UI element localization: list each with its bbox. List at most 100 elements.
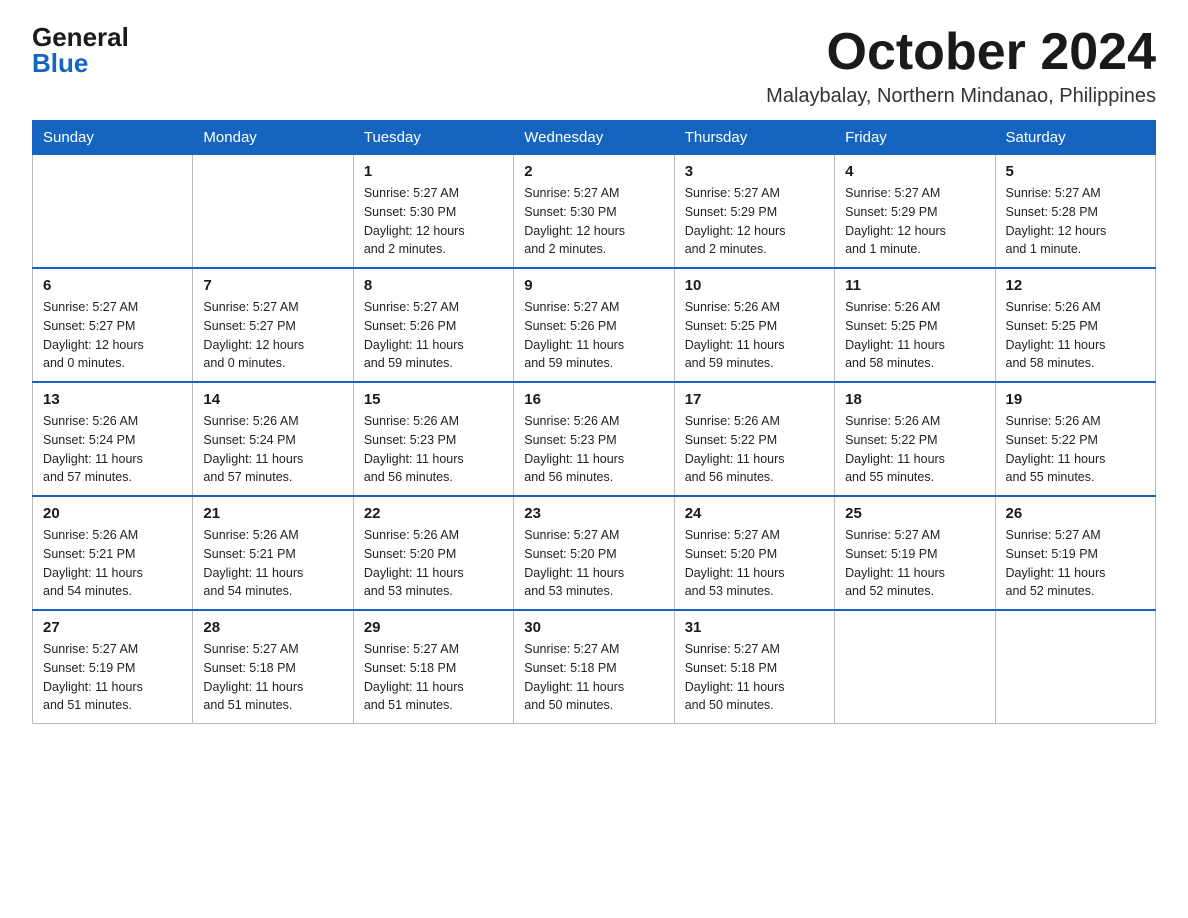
- calendar-cell-4-7: 26 Sunrise: 5:27 AM Sunset: 5:19 PM Dayli…: [995, 496, 1155, 610]
- day-number: 17: [685, 391, 824, 408]
- calendar-cell-5-1: 27 Sunrise: 5:27 AM Sunset: 5:19 PM Dayli…: [33, 610, 193, 724]
- calendar-cell-5-7: [995, 610, 1155, 724]
- calendar-cell-2-6: 11Sunrise: 5:26 AM Sunset: 5:25 PM Dayli…: [835, 268, 995, 382]
- calendar-cell-3-3: 15 Sunrise: 5:26 AM Sunset: 5:23 PM Dayli…: [353, 382, 513, 496]
- day-info: Sunrise: 5:27 AM Sunset: 5:29 PM Dayligh…: [685, 184, 824, 259]
- day-number: 28: [203, 619, 342, 636]
- weekday-header-row: Sunday Monday Tuesday Wednesday Thursday…: [33, 121, 1156, 155]
- day-number: 10: [685, 277, 824, 294]
- day-number: 6: [43, 277, 182, 294]
- day-info: Sunrise: 5:26 AM Sunset: 5:20 PM Dayligh…: [364, 526, 503, 601]
- day-number: 4: [845, 163, 984, 180]
- calendar-cell-5-6: [835, 610, 995, 724]
- calendar-cell-4-6: 25 Sunrise: 5:27 AM Sunset: 5:19 PM Dayli…: [835, 496, 995, 610]
- month-title: October 2024: [766, 24, 1156, 81]
- header-wednesday: Wednesday: [514, 121, 674, 155]
- day-info: Sunrise: 5:27 AM Sunset: 5:19 PM Dayligh…: [845, 526, 984, 601]
- day-number: 7: [203, 277, 342, 294]
- day-info: Sunrise: 5:26 AM Sunset: 5:22 PM Dayligh…: [685, 412, 824, 487]
- week-row-4: 20 Sunrise: 5:26 AM Sunset: 5:21 PM Dayli…: [33, 496, 1156, 610]
- day-number: 27: [43, 619, 182, 636]
- calendar-cell-3-7: 19Sunrise: 5:26 AM Sunset: 5:22 PM Dayli…: [995, 382, 1155, 496]
- day-number: 29: [364, 619, 503, 636]
- calendar-cell-1-2: [193, 155, 353, 269]
- calendar-cell-1-5: 3 Sunrise: 5:27 AM Sunset: 5:29 PM Daylig…: [674, 155, 834, 269]
- header-friday: Friday: [835, 121, 995, 155]
- day-number: 18: [845, 391, 984, 408]
- day-info: Sunrise: 5:26 AM Sunset: 5:24 PM Dayligh…: [203, 412, 342, 487]
- day-info: Sunrise: 5:26 AM Sunset: 5:23 PM Dayligh…: [364, 412, 503, 487]
- day-info: Sunrise: 5:27 AM Sunset: 5:29 PM Dayligh…: [845, 184, 984, 259]
- calendar-cell-3-2: 14 Sunrise: 5:26 AM Sunset: 5:24 PM Dayli…: [193, 382, 353, 496]
- day-number: 25: [845, 505, 984, 522]
- calendar-cell-1-4: 2 Sunrise: 5:27 AM Sunset: 5:30 PM Daylig…: [514, 155, 674, 269]
- day-info: Sunrise: 5:26 AM Sunset: 5:25 PM Dayligh…: [1006, 298, 1145, 373]
- day-info: Sunrise: 5:27 AM Sunset: 5:20 PM Dayligh…: [524, 526, 663, 601]
- calendar-cell-2-7: 12 Sunrise: 5:26 AM Sunset: 5:25 PM Dayli…: [995, 268, 1155, 382]
- calendar-cell-1-7: 5 Sunrise: 5:27 AM Sunset: 5:28 PM Daylig…: [995, 155, 1155, 269]
- day-number: 16: [524, 391, 663, 408]
- day-info: Sunrise: 5:27 AM Sunset: 5:18 PM Dayligh…: [685, 640, 824, 715]
- day-info: Sunrise: 5:27 AM Sunset: 5:18 PM Dayligh…: [364, 640, 503, 715]
- day-number: 19: [1006, 391, 1145, 408]
- day-number: 12: [1006, 277, 1145, 294]
- calendar-cell-2-2: 7 Sunrise: 5:27 AM Sunset: 5:27 PM Daylig…: [193, 268, 353, 382]
- calendar-table: Sunday Monday Tuesday Wednesday Thursday…: [32, 120, 1156, 724]
- day-number: 3: [685, 163, 824, 180]
- calendar-cell-1-6: 4 Sunrise: 5:27 AM Sunset: 5:29 PM Daylig…: [835, 155, 995, 269]
- logo-general-text: General: [32, 24, 129, 50]
- day-info: Sunrise: 5:27 AM Sunset: 5:28 PM Dayligh…: [1006, 184, 1145, 259]
- calendar-cell-4-1: 20 Sunrise: 5:26 AM Sunset: 5:21 PM Dayli…: [33, 496, 193, 610]
- calendar-cell-5-4: 30Sunrise: 5:27 AM Sunset: 5:18 PM Dayli…: [514, 610, 674, 724]
- day-info: Sunrise: 5:27 AM Sunset: 5:26 PM Dayligh…: [364, 298, 503, 373]
- title-block: October 2024 Malaybalay, Northern Mindan…: [766, 24, 1156, 108]
- day-info: Sunrise: 5:26 AM Sunset: 5:22 PM Dayligh…: [845, 412, 984, 487]
- calendar-cell-4-4: 23Sunrise: 5:27 AM Sunset: 5:20 PM Dayli…: [514, 496, 674, 610]
- day-number: 2: [524, 163, 663, 180]
- calendar-cell-5-2: 28 Sunrise: 5:27 AM Sunset: 5:18 PM Dayli…: [193, 610, 353, 724]
- day-info: Sunrise: 5:27 AM Sunset: 5:27 PM Dayligh…: [43, 298, 182, 373]
- calendar-cell-3-6: 18 Sunrise: 5:26 AM Sunset: 5:22 PM Dayli…: [835, 382, 995, 496]
- day-number: 15: [364, 391, 503, 408]
- day-info: Sunrise: 5:27 AM Sunset: 5:20 PM Dayligh…: [685, 526, 824, 601]
- location-title: Malaybalay, Northern Mindanao, Philippin…: [766, 85, 1156, 108]
- page-header: General Blue October 2024 Malaybalay, No…: [32, 24, 1156, 108]
- calendar-cell-2-3: 8 Sunrise: 5:27 AM Sunset: 5:26 PM Daylig…: [353, 268, 513, 382]
- header-tuesday: Tuesday: [353, 121, 513, 155]
- day-info: Sunrise: 5:27 AM Sunset: 5:19 PM Dayligh…: [1006, 526, 1145, 601]
- day-number: 20: [43, 505, 182, 522]
- calendar-cell-2-1: 6 Sunrise: 5:27 AM Sunset: 5:27 PM Daylig…: [33, 268, 193, 382]
- day-number: 5: [1006, 163, 1145, 180]
- day-number: 14: [203, 391, 342, 408]
- week-row-3: 13 Sunrise: 5:26 AM Sunset: 5:24 PM Dayli…: [33, 382, 1156, 496]
- day-number: 13: [43, 391, 182, 408]
- day-number: 11: [845, 277, 984, 294]
- calendar-cell-1-3: 1Sunrise: 5:27 AM Sunset: 5:30 PM Daylig…: [353, 155, 513, 269]
- day-info: Sunrise: 5:27 AM Sunset: 5:26 PM Dayligh…: [524, 298, 663, 373]
- day-info: Sunrise: 5:27 AM Sunset: 5:30 PM Dayligh…: [524, 184, 663, 259]
- day-info: Sunrise: 5:26 AM Sunset: 5:24 PM Dayligh…: [43, 412, 182, 487]
- logo-blue-text: Blue: [32, 50, 88, 76]
- day-number: 26: [1006, 505, 1145, 522]
- day-number: 30: [524, 619, 663, 636]
- day-number: 21: [203, 505, 342, 522]
- day-info: Sunrise: 5:26 AM Sunset: 5:25 PM Dayligh…: [685, 298, 824, 373]
- day-info: Sunrise: 5:27 AM Sunset: 5:19 PM Dayligh…: [43, 640, 182, 715]
- day-number: 9: [524, 277, 663, 294]
- calendar-cell-4-5: 24 Sunrise: 5:27 AM Sunset: 5:20 PM Dayli…: [674, 496, 834, 610]
- day-info: Sunrise: 5:27 AM Sunset: 5:30 PM Dayligh…: [364, 184, 503, 259]
- calendar-cell-4-3: 22Sunrise: 5:26 AM Sunset: 5:20 PM Dayli…: [353, 496, 513, 610]
- header-saturday: Saturday: [995, 121, 1155, 155]
- calendar-cell-3-4: 16Sunrise: 5:26 AM Sunset: 5:23 PM Dayli…: [514, 382, 674, 496]
- calendar-cell-3-1: 13 Sunrise: 5:26 AM Sunset: 5:24 PM Dayli…: [33, 382, 193, 496]
- day-info: Sunrise: 5:26 AM Sunset: 5:21 PM Dayligh…: [43, 526, 182, 601]
- day-number: 8: [364, 277, 503, 294]
- logo: General Blue: [32, 24, 129, 76]
- calendar-cell-2-5: 10 Sunrise: 5:26 AM Sunset: 5:25 PM Dayli…: [674, 268, 834, 382]
- week-row-1: 1Sunrise: 5:27 AM Sunset: 5:30 PM Daylig…: [33, 155, 1156, 269]
- calendar-cell-5-3: 29 Sunrise: 5:27 AM Sunset: 5:18 PM Dayli…: [353, 610, 513, 724]
- day-info: Sunrise: 5:27 AM Sunset: 5:27 PM Dayligh…: [203, 298, 342, 373]
- calendar-cell-2-4: 9 Sunrise: 5:27 AM Sunset: 5:26 PM Daylig…: [514, 268, 674, 382]
- day-info: Sunrise: 5:27 AM Sunset: 5:18 PM Dayligh…: [203, 640, 342, 715]
- day-number: 24: [685, 505, 824, 522]
